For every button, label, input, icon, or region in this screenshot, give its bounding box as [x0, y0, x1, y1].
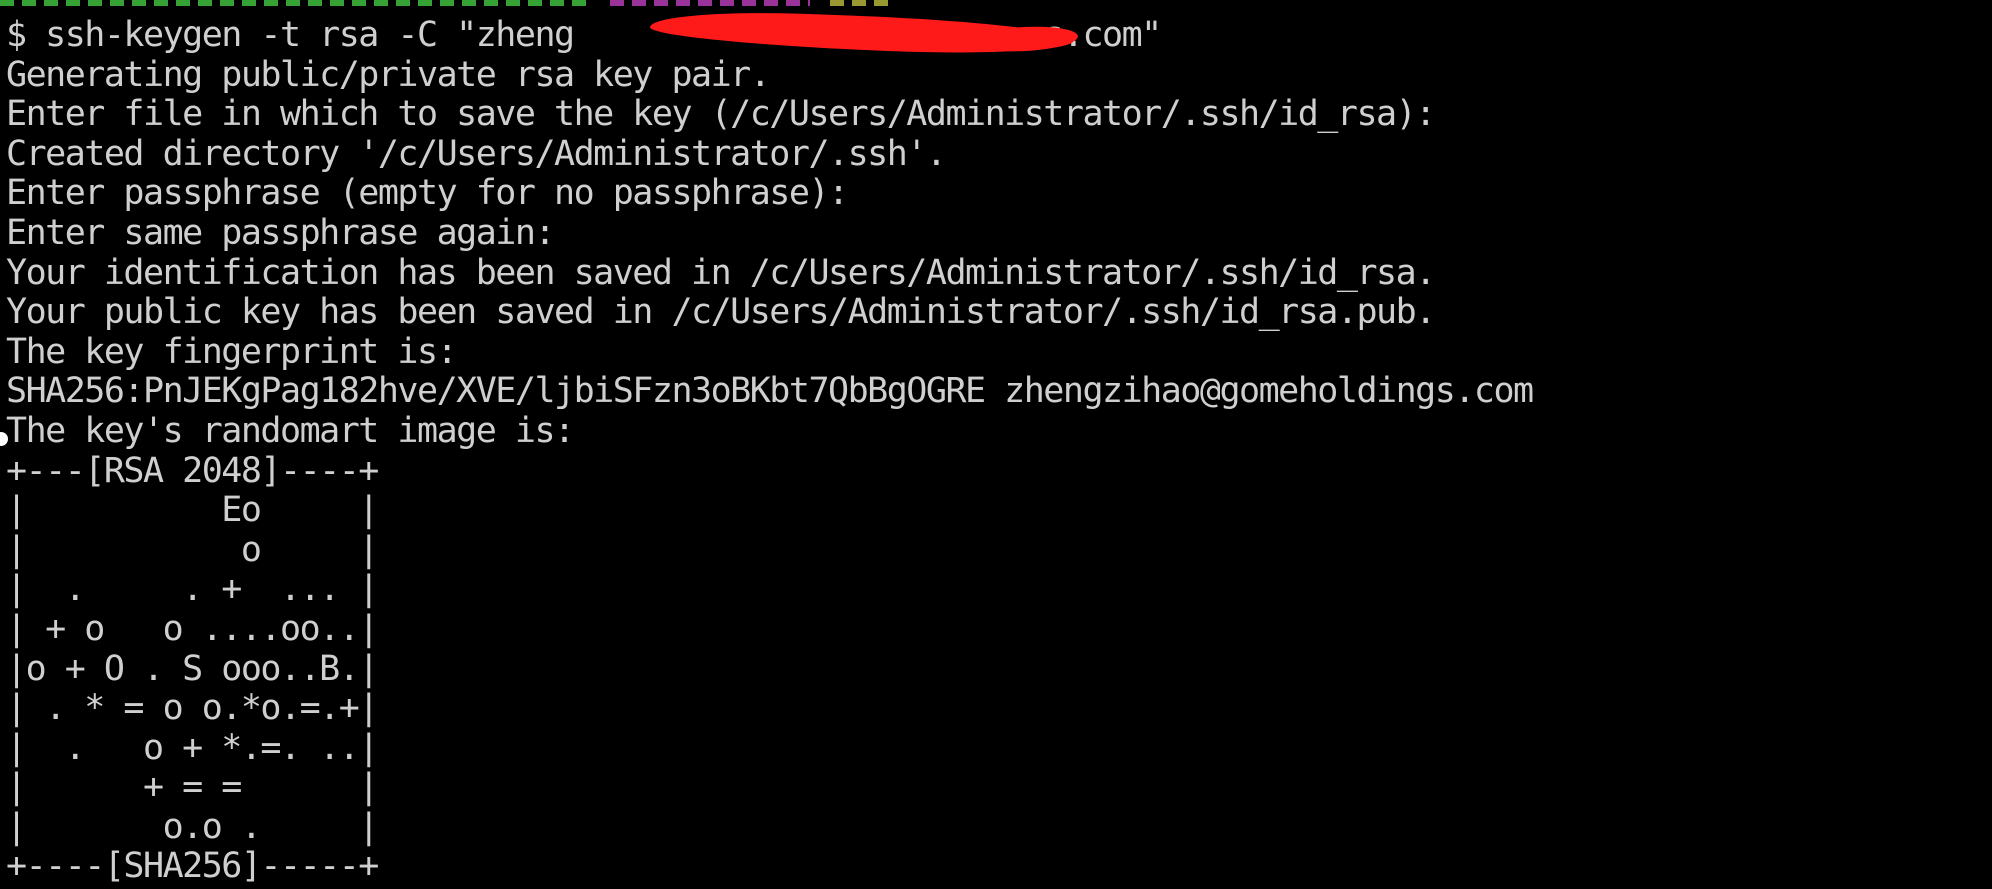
output-line: Your public key has been saved in /c/Use…: [6, 292, 1436, 333]
randomart-row: | Eo |: [6, 490, 379, 531]
terminal-output[interactable]: $ ssh-keygen -t rsa -C "zheng s.com" Gene…: [6, 15, 1534, 887]
randomart-border-bottom: +----[SHA256]-----+: [6, 846, 379, 887]
output-line: Your identification has been saved in /c…: [6, 252, 1436, 293]
randomart-row: |o + O . S ooo..B.|: [6, 648, 379, 689]
fingerprint-line: SHA256:PnJEKgPag182hve/XVE/ljbiSFzn3oBKb…: [6, 371, 1534, 412]
output-line: Enter file in which to save the key (/c/…: [6, 94, 1436, 135]
randomart-row: | o |: [6, 529, 379, 570]
terminal-window[interactable]: $ ssh-keygen -t rsa -C "zheng s.com" Gene…: [0, 0, 1992, 889]
randomart-row: | . o + *.=. ..|: [6, 727, 379, 768]
prompt-user-host-fragment: [0, 0, 590, 6]
randomart-border-top: +---[RSA 2048]----+: [6, 450, 379, 491]
randomart-row: | o.o . |: [6, 806, 379, 847]
output-line: Enter same passphrase again:: [6, 212, 556, 253]
randomart-row: | + = = |: [6, 767, 379, 808]
randomart-row: | . . + ... |: [6, 569, 379, 610]
output-line: Created directory '/c/Users/Administrato…: [6, 133, 947, 174]
randomart-row: | + o o ....oo..|: [6, 608, 379, 649]
previous-prompt-line: [0, 0, 1060, 6]
randomart-row: | . * = o o.*o.=.+|: [6, 688, 379, 729]
output-line: The key's randomart image is:: [6, 410, 575, 451]
output-line: Generating public/private rsa key pair.: [6, 54, 771, 95]
output-line: The key fingerprint is:: [6, 331, 458, 372]
prompt-shell-fragment: [610, 0, 810, 6]
output-line: Enter passphrase (empty for no passphras…: [6, 173, 849, 214]
prompt-path-fragment: [830, 0, 890, 6]
